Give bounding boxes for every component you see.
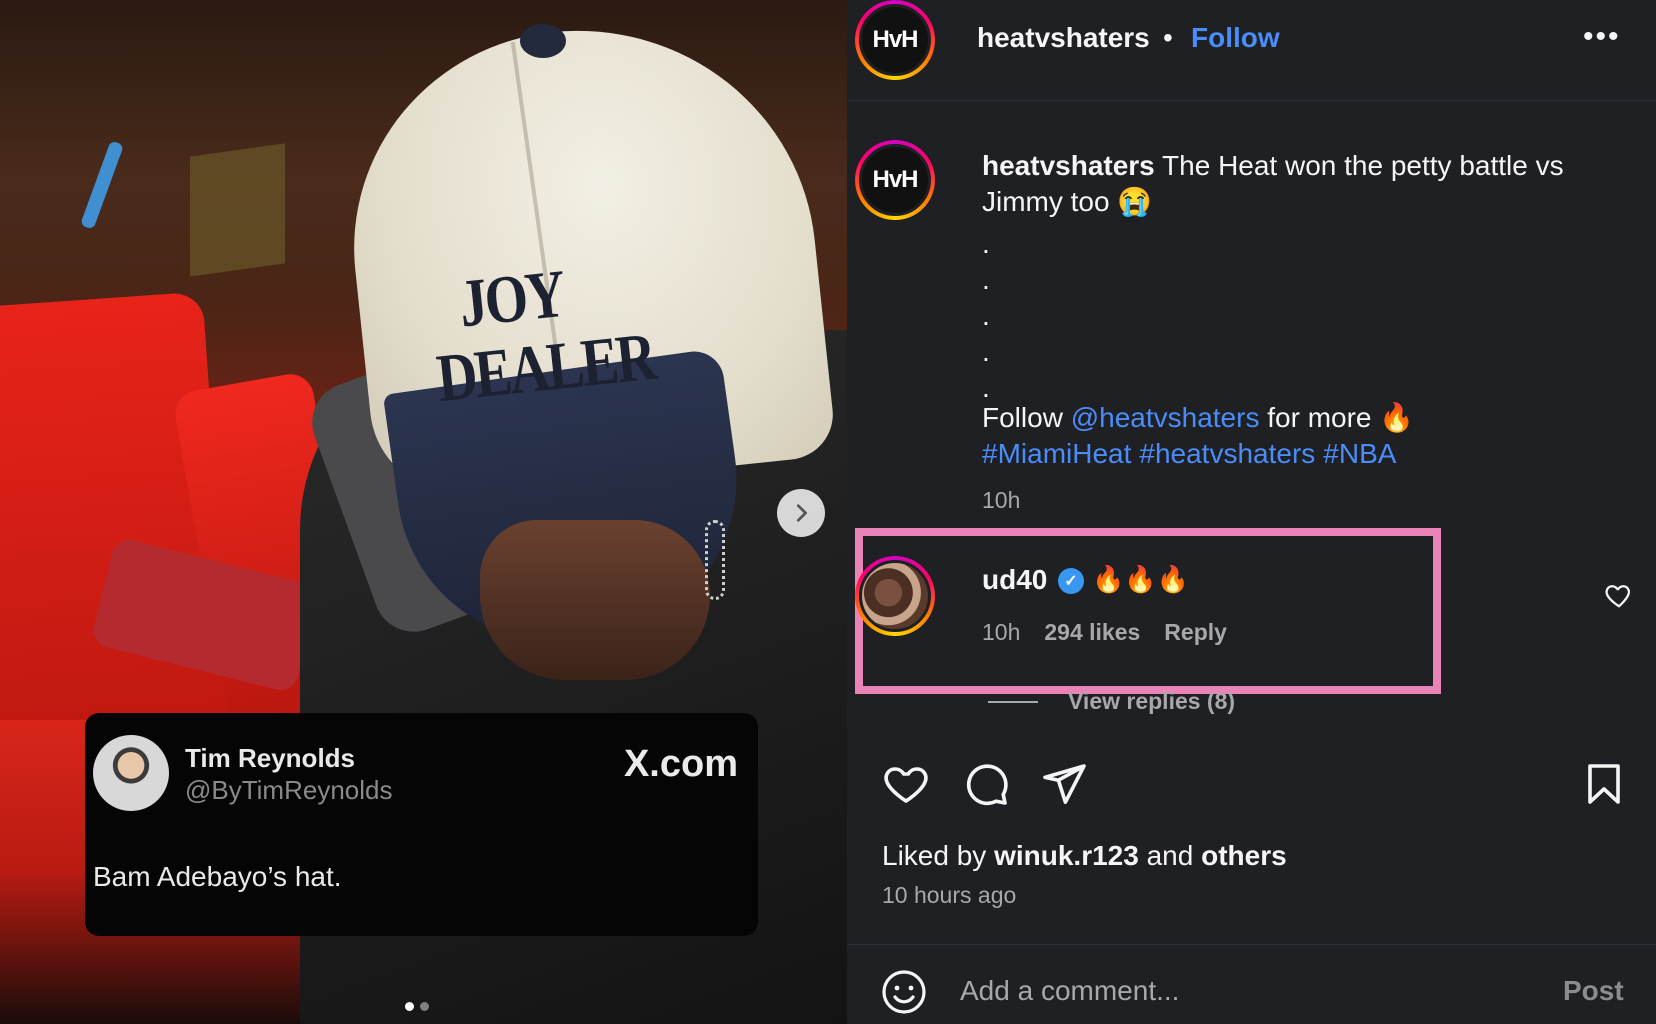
mention-link[interactable]: @heatvshaters — [1071, 402, 1260, 433]
header-divider — [847, 100, 1656, 101]
comment-likes[interactable]: 294 likes — [1044, 619, 1140, 646]
comment-text: 🔥🔥🔥 — [1092, 564, 1190, 594]
verified-badge-icon: ✓ — [1058, 568, 1084, 594]
caption-avatar[interactable]: HvH — [855, 140, 935, 220]
view-replies-button[interactable]: View replies (8) — [988, 688, 1235, 715]
replies-line — [988, 700, 1038, 703]
caption-dot: . — [982, 264, 990, 295]
carousel-dot — [420, 1002, 429, 1011]
chevron-right-icon — [796, 504, 807, 522]
view-replies-label: View replies (8) — [1068, 688, 1236, 714]
caption-text: heatvshaters The Heat won the petty batt… — [982, 148, 1602, 220]
liked-by: Liked by winuk.r123 and others — [882, 840, 1287, 872]
post-media[interactable]: JOY DEALER Tim Reynolds @ByTimReynolds X… — [0, 0, 847, 1024]
comment-timestamp: 10h — [982, 619, 1021, 645]
follow-button[interactable]: Follow — [1191, 22, 1280, 54]
tweet-source: X.com — [623, 743, 738, 785]
follow-prefix: Follow — [982, 402, 1071, 433]
hashtags: #MiamiHeat #heatvshaters #NBA — [982, 436, 1404, 472]
bracelet — [705, 520, 725, 600]
carousel-dot-active — [405, 1002, 414, 1011]
liked-by-others[interactable]: others — [1201, 840, 1287, 871]
carousel-indicator — [405, 1002, 429, 1011]
liked-by-middle: and — [1138, 840, 1202, 871]
comment-avatar[interactable] — [855, 556, 935, 636]
comment-meta: 10h 294 likes Reply — [982, 619, 1227, 646]
liked-by-user[interactable]: winuk.r123 — [994, 840, 1139, 871]
comment-reply-button[interactable]: Reply — [1164, 619, 1227, 646]
instagram-post-view: JOY DEALER Tim Reynolds @ByTimReynolds X… — [0, 0, 1656, 1024]
hand — [480, 520, 710, 680]
liked-by-prefix: Liked by — [882, 840, 995, 871]
tweet-card: Tim Reynolds @ByTimReynolds X.com Bam Ad… — [85, 713, 758, 936]
post-comment-button[interactable]: Post — [1563, 975, 1624, 1007]
header-separator: • — [1163, 22, 1173, 53]
follow-suffix: for more 🔥 — [1259, 402, 1415, 433]
cap-embroidery: JOY DEALER — [426, 254, 658, 417]
avatar-logo: HvH — [859, 144, 931, 216]
header-username[interactable]: heatvshaters — [977, 22, 1150, 54]
cap-button — [520, 24, 566, 58]
hashtag-link[interactable]: #NBA — [1323, 438, 1396, 469]
save-bookmark-icon[interactable] — [1580, 760, 1628, 808]
comment-input[interactable] — [960, 975, 1480, 1007]
tweet-text: Bam Adebayo’s hat. — [93, 861, 342, 892]
hashtag-link[interactable]: #heatvshaters — [1139, 438, 1315, 469]
header-avatar[interactable]: HvH — [855, 0, 935, 80]
avatar-logo: HvH — [859, 4, 931, 76]
caption-dots: . . . . . — [982, 226, 990, 406]
like-heart-icon[interactable] — [882, 760, 930, 808]
hashtag-link[interactable]: #MiamiHeat — [982, 438, 1131, 469]
caption-follow-line: Follow @heatvshaters for more 🔥 — [982, 400, 1414, 436]
composer-divider — [847, 944, 1656, 945]
carousel-next-button[interactable] — [777, 489, 825, 537]
tweet-author-handle: @ByTimReynolds — [185, 775, 393, 805]
comment-username[interactable]: ud40 — [982, 564, 1047, 596]
emoji-smiley-icon[interactable] — [880, 968, 928, 1016]
cap-text-line-2: DEALER — [433, 317, 658, 417]
post-timestamp: 10 hours ago — [882, 882, 1017, 908]
comment-highlight-box — [855, 528, 1441, 694]
caption-username[interactable]: heatvshaters — [982, 150, 1155, 181]
caption-dot: . — [982, 336, 990, 367]
caption-dot: . — [982, 300, 990, 331]
tweet-author-name: Tim Reynolds — [185, 743, 356, 773]
background-panel — [190, 143, 285, 277]
share-send-icon[interactable] — [1040, 760, 1088, 808]
caption-timestamp: 10h — [982, 487, 1021, 513]
more-options-icon[interactable]: ••• — [1583, 20, 1621, 54]
comment-bubble-icon[interactable] — [962, 760, 1010, 808]
tweet-avatar — [93, 735, 169, 811]
comment-like-heart-icon[interactable] — [1604, 580, 1634, 610]
caption-dot: . — [982, 228, 990, 259]
avatar-photo — [859, 560, 931, 632]
